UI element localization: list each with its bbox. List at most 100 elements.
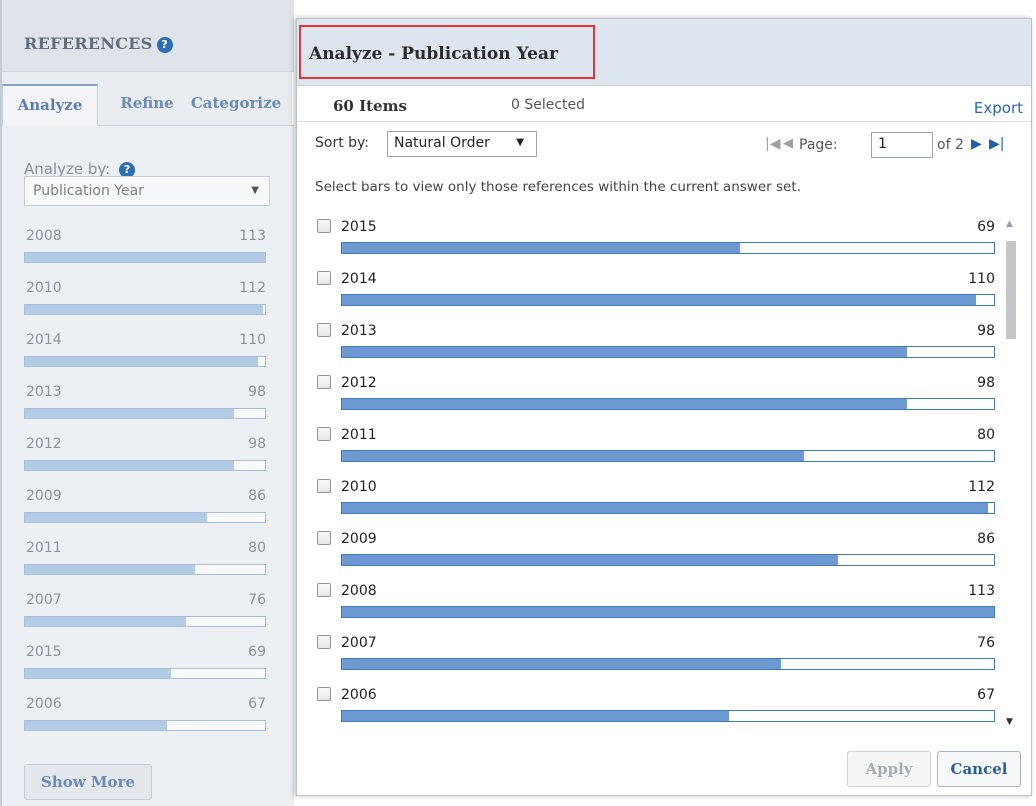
apply-button[interactable]: Apply <box>847 751 931 787</box>
tab-analyze[interactable]: Analyze <box>2 84 98 126</box>
show-more-button[interactable]: Show More <box>24 764 152 800</box>
count-bar[interactable] <box>341 450 995 462</box>
count-label: 98 <box>977 375 995 391</box>
sidebar-title: REFERENCES? <box>24 34 173 53</box>
year-label: 2012 <box>341 375 377 391</box>
scroll-up-icon[interactable]: ▲ <box>1006 219 1013 229</box>
count-label: 98 <box>248 384 266 400</box>
year-checkbox[interactable] <box>317 687 331 701</box>
year-checkbox[interactable] <box>317 583 331 597</box>
analyze-by-select[interactable]: Publication Year ▼ <box>24 176 270 206</box>
year-row[interactable]: 2009 86 <box>315 527 997 577</box>
scroll-down-icon[interactable]: ▼ <box>1006 717 1013 727</box>
year-checkbox[interactable] <box>317 219 331 233</box>
sidebar-year-row[interactable]: 2009 86 <box>24 488 266 528</box>
year-checkbox[interactable] <box>317 479 331 493</box>
count-bar[interactable] <box>341 554 995 566</box>
year-row[interactable]: 2011 80 <box>315 423 997 473</box>
selected-count: 0 Selected <box>511 97 586 113</box>
count-bar-fill <box>342 607 994 617</box>
count-bar-fill <box>25 513 208 522</box>
sidebar-year-row[interactable]: 2010 112 <box>24 280 266 320</box>
year-row[interactable]: 2012 98 <box>315 371 997 421</box>
count-bar[interactable] <box>341 398 995 410</box>
count-bar-fill <box>342 451 804 461</box>
year-checkbox[interactable] <box>317 635 331 649</box>
year-label: 2009 <box>341 531 377 547</box>
count-bar[interactable] <box>341 606 995 618</box>
title-highlight-box: Analyze - Publication Year <box>299 25 595 79</box>
year-label: 2011 <box>26 540 62 556</box>
year-checkbox[interactable] <box>317 323 331 337</box>
sort-by-select[interactable]: Natural Order ▼ <box>387 131 537 157</box>
help-icon[interactable]: ? <box>156 37 173 53</box>
count-label: 76 <box>248 592 266 608</box>
year-label: 2010 <box>341 479 377 495</box>
scroll-thumb[interactable] <box>1006 241 1016 339</box>
sidebar-year-row[interactable]: 2015 69 <box>24 644 266 684</box>
last-page-icon[interactable]: ▶| <box>989 136 1004 152</box>
tab-categorize[interactable]: Categorize <box>186 84 286 126</box>
year-checkbox[interactable] <box>317 531 331 545</box>
sidebar-year-row[interactable]: 2008 113 <box>24 228 266 268</box>
count-label: 69 <box>248 644 266 660</box>
year-row[interactable]: 2014 110 <box>315 267 997 317</box>
year-label: 2010 <box>26 280 62 296</box>
count-bar[interactable] <box>341 346 995 358</box>
count-label: 76 <box>977 635 995 651</box>
count-bar <box>24 304 266 315</box>
count-label: 110 <box>239 332 266 348</box>
count-label: 80 <box>977 427 995 443</box>
count-label: 86 <box>248 488 266 504</box>
sidebar-year-row[interactable]: 2012 98 <box>24 436 266 476</box>
page-number-input[interactable]: 1 <box>871 132 933 158</box>
year-row[interactable]: 2013 98 <box>315 319 997 369</box>
sidebar-year-row[interactable]: 2007 76 <box>24 592 266 632</box>
list-scrollbar[interactable]: ▲ ▼ <box>1003 219 1019 733</box>
next-page-icon[interactable]: ▶ <box>971 136 982 152</box>
year-label: 2008 <box>26 228 62 244</box>
instructions-text: Select bars to view only those reference… <box>315 179 801 195</box>
count-bar-fill <box>342 347 908 357</box>
count-label: 112 <box>968 479 995 495</box>
year-row[interactable]: 2007 76 <box>315 631 997 681</box>
count-bar <box>24 512 266 523</box>
count-bar[interactable] <box>341 242 995 254</box>
year-row[interactable]: 2008 113 <box>315 579 997 629</box>
year-label: 2012 <box>26 436 62 452</box>
analyze-dialog: Analyze - Publication Year 60 Items 0 Se… <box>296 18 1032 796</box>
year-label: 2009 <box>26 488 62 504</box>
tab-refine[interactable]: Refine <box>108 84 186 126</box>
year-label: 2014 <box>341 271 377 287</box>
sidebar-year-row[interactable]: 2011 80 <box>24 540 266 580</box>
count-bar <box>24 252 266 263</box>
count-bar-fill <box>25 305 263 314</box>
year-bar-list: 2015 69 2014 110 2013 98 2012 98 2011 80 2010 112 20… <box>315 215 999 735</box>
year-label: 2015 <box>26 644 62 660</box>
count-bar[interactable] <box>341 658 995 670</box>
export-link[interactable]: Export <box>974 99 1023 117</box>
sidebar-year-row[interactable]: 2013 98 <box>24 384 266 424</box>
count-bar[interactable] <box>341 502 995 514</box>
year-row[interactable]: 2006 67 <box>315 683 997 733</box>
pager: |◀ ◀ Page: 1 of 2 ▶ ▶| <box>765 131 1031 159</box>
count-bar[interactable] <box>341 294 995 306</box>
first-page-icon[interactable]: |◀ <box>765 136 780 152</box>
count-bar-fill <box>342 243 740 253</box>
year-row[interactable]: 2010 112 <box>315 475 997 525</box>
year-checkbox[interactable] <box>317 427 331 441</box>
sidebar-year-row[interactable]: 2006 67 <box>24 696 266 736</box>
count-bar-fill <box>342 555 839 565</box>
count-bar[interactable] <box>341 710 995 722</box>
sidebar-year-row[interactable]: 2014 110 <box>24 332 266 372</box>
year-row[interactable]: 2015 69 <box>315 215 997 265</box>
year-checkbox[interactable] <box>317 271 331 285</box>
previous-page-icon[interactable]: ◀ <box>783 136 793 151</box>
items-count: 60 Items <box>333 97 407 115</box>
count-label: 86 <box>977 531 995 547</box>
analyze-by-value: Publication Year <box>33 183 144 199</box>
count-bar <box>24 356 266 367</box>
count-bar <box>24 616 266 627</box>
cancel-button[interactable]: Cancel <box>937 751 1021 787</box>
year-checkbox[interactable] <box>317 375 331 389</box>
